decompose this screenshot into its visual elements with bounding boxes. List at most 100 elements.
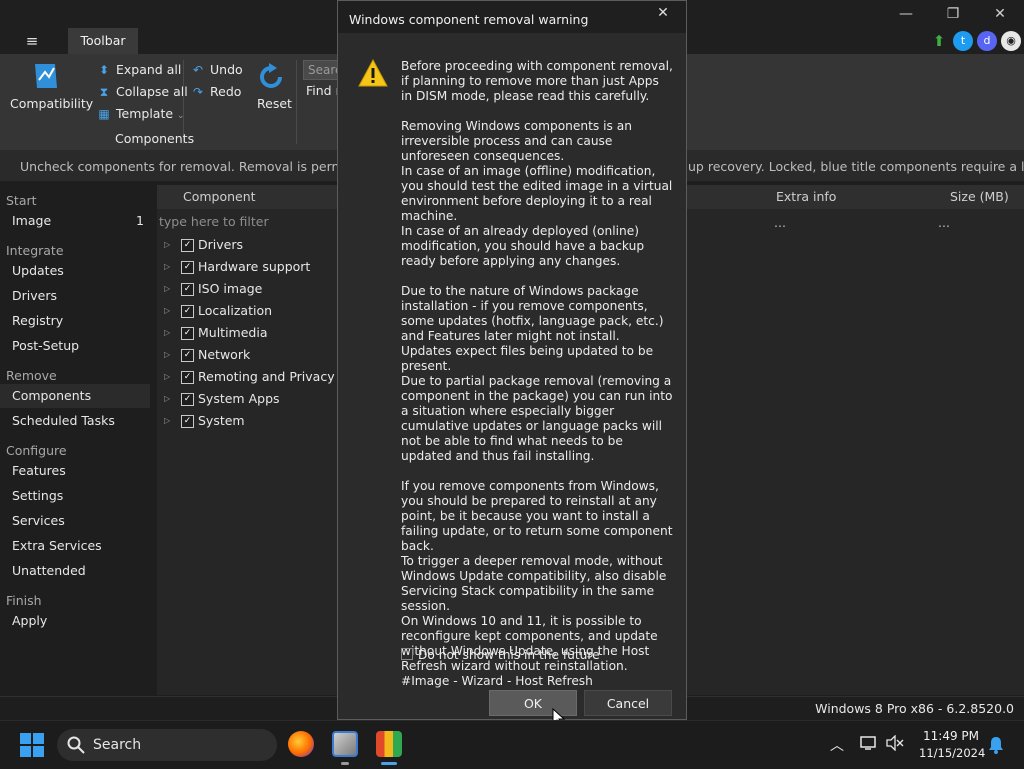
firefox-icon[interactable]: [288, 731, 314, 757]
hamburger-icon[interactable]: ≡: [22, 32, 42, 50]
component-row[interactable]: ▷ ✓ Drivers: [157, 234, 337, 256]
sidebar-item-drivers[interactable]: Drivers: [0, 284, 150, 308]
sidebar-item-components[interactable]: Components: [0, 384, 150, 408]
sidebar-item-label: Image: [12, 213, 52, 228]
compatibility-button[interactable]: Compatibility: [10, 96, 93, 111]
template-dropdown[interactable]: ▦ Template ⌄: [96, 104, 184, 124]
extra-info-filter[interactable]: ...: [774, 215, 786, 230]
clock-date[interactable]: 11/15/2024: [919, 746, 985, 760]
sidebar-section-remove: Remove: [6, 368, 57, 383]
reset-button[interactable]: Reset: [257, 96, 292, 111]
expand-arrow-icon[interactable]: ▷: [164, 410, 170, 432]
dialog-titlebar: Windows component removal warning ✕: [338, 1, 686, 33]
cancel-button[interactable]: Cancel: [584, 690, 672, 716]
update-arrow-icon[interactable]: ⬆: [929, 31, 949, 51]
component-row[interactable]: ▷ ✓ ISO image: [157, 278, 337, 300]
component-checkbox[interactable]: ✓: [181, 305, 194, 318]
component-checkbox[interactable]: ✓: [181, 239, 194, 252]
component-checkbox[interactable]: ✓: [181, 283, 194, 296]
network-icon[interactable]: [860, 735, 878, 751]
sidebar-item-unattended[interactable]: Unattended: [0, 559, 150, 583]
component-checkbox[interactable]: ✓: [181, 261, 194, 274]
sidebar-item-post-setup[interactable]: Post-Setup: [0, 334, 150, 358]
undo-button[interactable]: ↶ Undo: [190, 60, 243, 80]
ntlite-app-icon[interactable]: [376, 731, 402, 757]
component-checkbox[interactable]: ✓: [181, 371, 194, 384]
component-row[interactable]: ▷ ✓ Remoting and Privacy: [157, 366, 337, 388]
sidebar-item-registry[interactable]: Registry: [0, 309, 150, 333]
sidebar-item-scheduled-tasks[interactable]: Scheduled Tasks: [0, 409, 150, 433]
twitter-icon[interactable]: t: [953, 31, 973, 51]
checkbox-box[interactable]: [401, 648, 413, 660]
component-checkbox[interactable]: ✓: [181, 349, 194, 362]
sidebar-item-settings[interactable]: Settings: [0, 484, 150, 508]
sidebar-item-extra-services[interactable]: Extra Services: [0, 534, 150, 558]
redo-button[interactable]: ↷ Redo: [190, 82, 241, 102]
expand-arrow-icon[interactable]: ▷: [164, 278, 170, 300]
windows-start-icon[interactable]: [20, 733, 44, 757]
collapse-all-button[interactable]: ⧗ Collapse all: [96, 82, 188, 102]
sidebar-item-features[interactable]: Features: [0, 459, 150, 483]
filter-input[interactable]: type here to filter: [159, 214, 269, 229]
tab-toolbar[interactable]: Toolbar: [68, 28, 138, 54]
notification-bell-icon[interactable]: [988, 736, 1004, 754]
template-label: Template: [116, 106, 174, 121]
component-checkbox[interactable]: ✓: [181, 415, 194, 428]
component-checkbox[interactable]: ✓: [181, 393, 194, 406]
collapse-all-label: Collapse all: [116, 84, 188, 99]
sidebar-item-apply[interactable]: Apply: [0, 609, 150, 633]
column-header-size[interactable]: Size (MB): [950, 189, 1009, 204]
component-row[interactable]: ▷ ✓ Localization: [157, 300, 337, 322]
app-running-indicator: [341, 762, 349, 765]
ribbon-group-label: Components: [115, 131, 195, 146]
component-row[interactable]: ▷ ✓ Multimedia: [157, 322, 337, 344]
component-checkbox[interactable]: ✓: [181, 327, 194, 340]
component-label: Multimedia: [198, 325, 268, 340]
dont-show-label: Do not show this in the future: [418, 648, 600, 662]
component-row[interactable]: ▷ ✓ Hardware support: [157, 256, 337, 278]
expand-arrow-icon[interactable]: ▷: [164, 388, 170, 410]
sidebar-section-start: Start: [6, 193, 37, 208]
taskbar-search[interactable]: Search: [57, 729, 277, 761]
ntlite-icon[interactable]: [332, 731, 358, 757]
expand-arrow-icon[interactable]: ▷: [164, 366, 170, 388]
expand-all-button[interactable]: ⬍ Expand all: [96, 60, 181, 80]
expand-all-label: Expand all: [116, 62, 182, 77]
windows-version-status: Windows 8 Pro x86 - 6.2.8520.0: [815, 701, 1014, 716]
size-filter[interactable]: ...: [938, 215, 950, 230]
expand-arrow-icon[interactable]: ▷: [164, 344, 170, 366]
column-header-extra-info[interactable]: Extra info: [776, 189, 836, 204]
component-row[interactable]: ▷ ✓ System: [157, 410, 337, 432]
sidebar-item-services[interactable]: Services: [0, 509, 150, 533]
expand-arrow-icon[interactable]: ▷: [164, 322, 170, 344]
expand-arrow-icon[interactable]: ▷: [164, 256, 170, 278]
dialog-close-button[interactable]: ✕: [648, 5, 678, 25]
clock-time[interactable]: 11:49 PM: [919, 729, 983, 743]
undo-label: Undo: [210, 62, 243, 77]
discord-icon[interactable]: d: [977, 31, 997, 51]
tray-overflow-icon[interactable]: ︿: [830, 735, 844, 755]
expand-arrow-icon[interactable]: ▷: [164, 300, 170, 322]
expand-icon: ⬍: [98, 63, 110, 77]
compatibility-icon: [35, 64, 57, 88]
sidebar-item-updates[interactable]: Updates: [0, 259, 150, 283]
sidebar-section-configure: Configure: [6, 443, 67, 458]
dialog-paragraph: Due to the nature of Windows package ins…: [401, 284, 673, 463]
minimize-button[interactable]: —: [891, 4, 921, 24]
component-label: System: [198, 413, 245, 428]
component-label: Remoting and Privacy: [198, 369, 335, 384]
taskbar: Search ︿ 11:49 PM 11/15/2024: [0, 720, 1024, 769]
template-icon: ▦: [98, 107, 110, 121]
column-header-component[interactable]: Component: [183, 189, 256, 204]
maximize-button[interactable]: ❐: [938, 4, 968, 24]
sidebar-item-image[interactable]: Image 1: [0, 209, 150, 233]
volume-muted-icon[interactable]: [886, 735, 904, 751]
close-window-button[interactable]: ✕: [985, 4, 1015, 24]
component-row[interactable]: ▷ ✓ Network: [157, 344, 337, 366]
component-row[interactable]: ▷ ✓ System Apps: [157, 388, 337, 410]
dialog-paragraph: Removing Windows components is an irreve…: [401, 119, 673, 268]
reset-icon: [260, 63, 282, 88]
expand-arrow-icon[interactable]: ▷: [164, 234, 170, 256]
github-icon[interactable]: ◉: [1001, 31, 1021, 51]
dont-show-checkbox[interactable]: Do not show this in the future: [401, 648, 600, 662]
